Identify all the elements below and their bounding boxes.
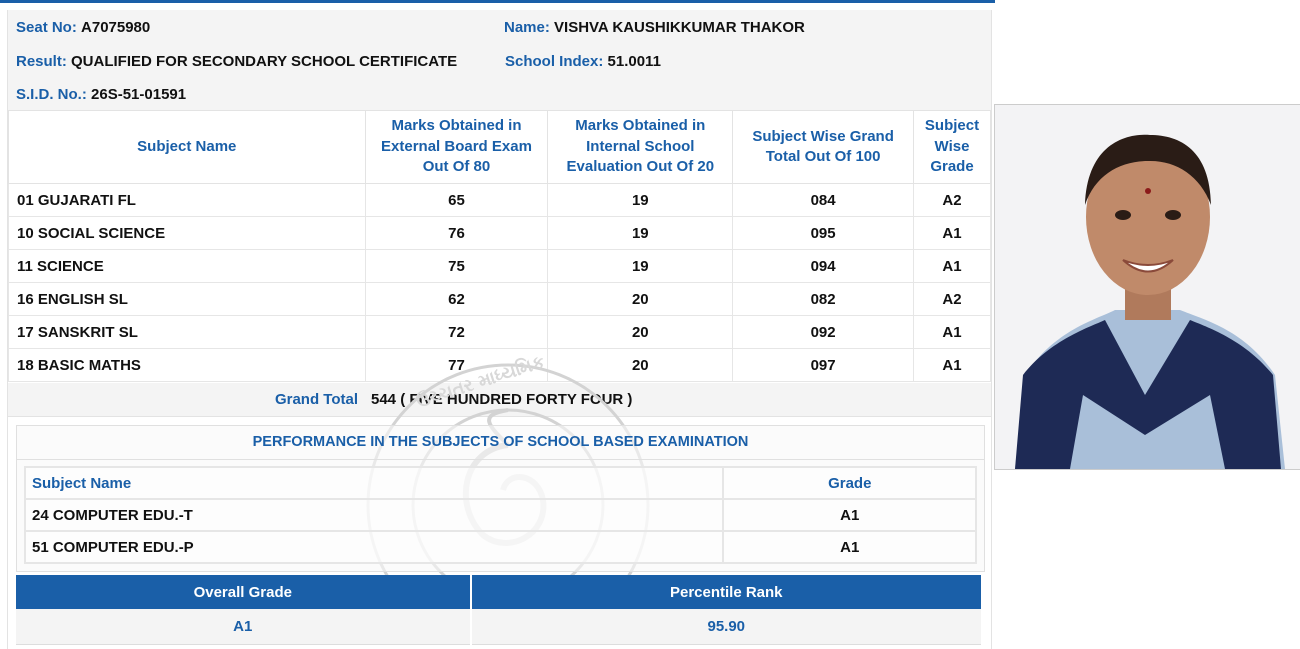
total-marks: 097	[732, 348, 914, 382]
table-row: 10 SOCIAL SCIENCE 76 19 095 A1	[8, 216, 991, 250]
result-panel: Seat No: A7075980 Name: VISHVA KAUSHIKKU…	[7, 10, 992, 649]
table-row: 18 BASIC MATHS 77 20 097 A1	[8, 348, 991, 382]
external-marks: 65	[364, 183, 549, 217]
marks-header-row: Subject Name Marks Obtained in External …	[8, 110, 991, 184]
subject-grade: A1	[722, 498, 977, 532]
result-label: Result:	[16, 53, 67, 70]
table-row: 01 GUJARATI FL 65 19 084 A2	[8, 183, 991, 217]
result-index-row: Result: QUALIFIED FOR SECONDARY SCHOOL C…	[8, 44, 991, 78]
table-row: 17 SANSKRIT SL 72 20 092 A1	[8, 315, 991, 349]
internal-marks: 19	[547, 216, 734, 250]
overall-grade-value: A1	[16, 609, 472, 645]
marks-table: Subject Name Marks Obtained in External …	[8, 110, 991, 382]
external-marks: 76	[364, 216, 549, 250]
external-marks: 72	[364, 315, 549, 349]
col-subject-name: Subject Name	[8, 110, 366, 184]
subject-name: 17 SANSKRIT SL	[8, 315, 366, 349]
subject-name: 11 SCIENCE	[8, 249, 366, 283]
student-photo	[994, 104, 1300, 470]
seat-value: A7075980	[81, 19, 151, 36]
internal-marks: 19	[547, 249, 734, 283]
subject-grade: A1	[913, 249, 991, 283]
index-label: School Index:	[505, 53, 604, 70]
col-grade: Grade	[722, 466, 977, 500]
col-grade: Subject Wise Grade	[913, 110, 991, 184]
school-based-header-row: Subject Name Grade	[23, 466, 977, 500]
school-based-section: PERFORMANCE IN THE SUBJECTS OF SCHOOL BA…	[16, 425, 985, 572]
student-photo-image	[995, 105, 1300, 469]
grand-total-row: Grand Total 544 ( FIVE HUNDRED FORTY FOU…	[8, 383, 991, 417]
total-marks: 094	[732, 249, 914, 283]
subject-name: 10 SOCIAL SCIENCE	[8, 216, 366, 250]
subject-name: 16 ENGLISH SL	[8, 282, 366, 316]
external-marks: 75	[364, 249, 549, 283]
sid-row: S.I.D. No.: 26S-51-01591	[8, 77, 991, 111]
overall-table: Overall Grade Percentile Rank A1 95.90	[16, 575, 984, 645]
subject-grade: A1	[913, 315, 991, 349]
subject-grade: A1	[722, 530, 977, 564]
col-grand-total: Subject Wise Grand Total Out Of 100	[732, 110, 914, 184]
table-row: 16 ENGLISH SL 62 20 082 A2	[8, 282, 991, 316]
result-value: QUALIFIED FOR SECONDARY SCHOOL CERTIFICA…	[71, 53, 458, 70]
index-value: 51.0011	[607, 53, 661, 70]
school-based-table: Subject Name Grade 24 COMPUTER EDU.-T A1…	[23, 466, 977, 564]
table-row: 24 COMPUTER EDU.-T A1	[23, 498, 977, 532]
total-marks: 092	[732, 315, 914, 349]
table-row: 51 COMPUTER EDU.-P A1	[23, 530, 977, 564]
grand-total-label: Grand Total	[274, 391, 358, 408]
seat-label: Seat No:	[16, 19, 77, 36]
overall-header-row: Overall Grade Percentile Rank	[16, 575, 984, 609]
col-external-marks: Marks Obtained in External Board Exam Ou…	[364, 110, 549, 184]
subject-grade: A2	[913, 282, 991, 316]
external-marks: 77	[364, 348, 549, 382]
subject-grade: A2	[913, 183, 991, 217]
internal-marks: 20	[547, 315, 734, 349]
subject-name: 01 GUJARATI FL	[8, 183, 366, 217]
overall-value-row: A1 95.90	[16, 609, 984, 645]
result-status: Result: QUALIFIED FOR SECONDARY SCHOOL C…	[16, 53, 457, 70]
student-name: Name: VISHVA KAUSHIKKUMAR THAKOR	[504, 19, 805, 36]
col-internal-marks: Marks Obtained in Internal School Evalua…	[547, 110, 734, 184]
seat-name-row: Seat No: A7075980 Name: VISHVA KAUSHIKKU…	[8, 10, 991, 45]
col-subject-name: Subject Name	[23, 466, 725, 500]
subject-name: 18 BASIC MATHS	[8, 348, 366, 382]
subject-name: 51 COMPUTER EDU.-P	[23, 530, 725, 564]
col-percentile-rank: Percentile Rank	[470, 575, 984, 609]
total-marks: 082	[732, 282, 914, 316]
subject-grade: A1	[913, 348, 991, 382]
subject-name: 24 COMPUTER EDU.-T	[23, 498, 725, 532]
name-value: VISHVA KAUSHIKKUMAR THAKOR	[554, 19, 805, 36]
school-index: School Index: 51.0011	[505, 53, 661, 70]
school-based-title: PERFORMANCE IN THE SUBJECTS OF SCHOOL BA…	[17, 426, 984, 460]
sid-label: S.I.D. No.:	[16, 86, 87, 103]
total-marks: 095	[732, 216, 914, 250]
sid-number: S.I.D. No.: 26S-51-01591	[16, 86, 186, 103]
top-accent-line	[0, 0, 995, 3]
table-row: 11 SCIENCE 75 19 094 A1	[8, 249, 991, 283]
internal-marks: 20	[547, 348, 734, 382]
seat-number: Seat No: A7075980	[16, 19, 150, 36]
name-label: Name:	[504, 19, 550, 36]
percentile-rank-value: 95.90	[470, 609, 984, 645]
subject-grade: A1	[913, 216, 991, 250]
internal-marks: 19	[547, 183, 734, 217]
external-marks: 62	[364, 282, 549, 316]
total-marks: 084	[732, 183, 914, 217]
sid-value: 26S-51-01591	[91, 86, 187, 103]
grand-total-value: 544 ( FIVE HUNDRED FORTY FOUR )	[371, 391, 633, 408]
internal-marks: 20	[547, 282, 734, 316]
col-overall-grade: Overall Grade	[16, 575, 472, 609]
